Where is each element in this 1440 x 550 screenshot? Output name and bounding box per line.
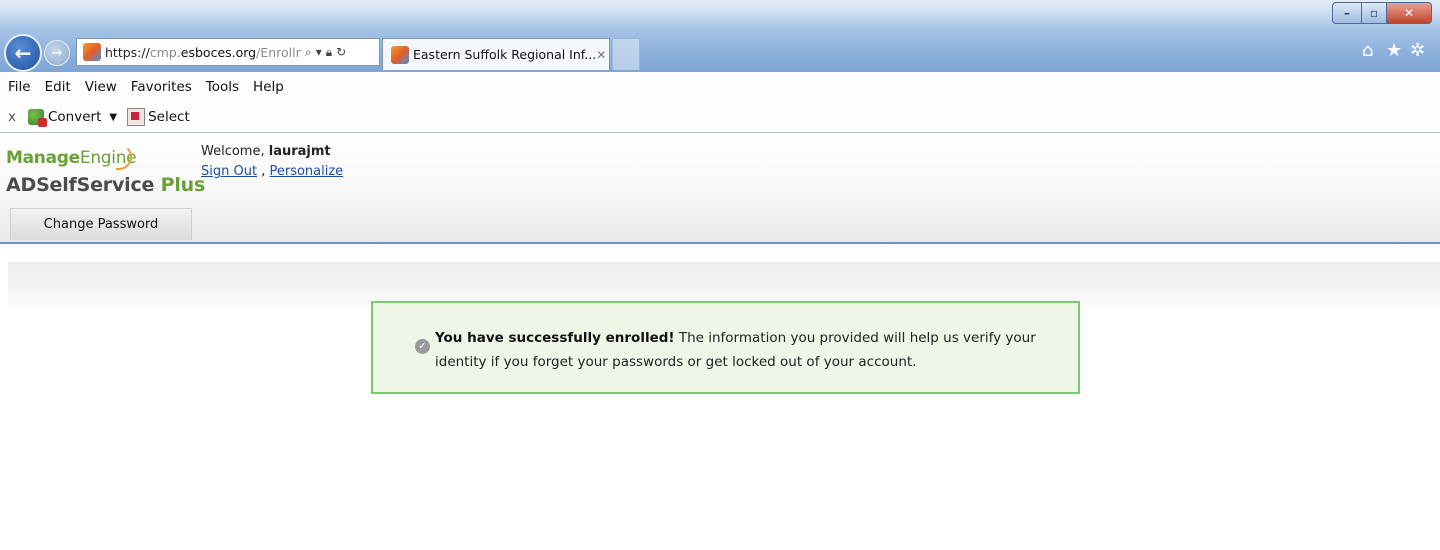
convert-pdf-icon <box>28 109 47 127</box>
tab-change-password[interactable]: Change Password <box>10 208 192 240</box>
welcome-text: Welcome, laurajmt <box>201 144 331 159</box>
tab-favicon-icon <box>391 45 409 64</box>
close-tab-icon[interactable]: ✕ <box>596 48 606 62</box>
sign-out-link[interactable]: Sign Out <box>201 164 257 179</box>
favorites-star-icon[interactable]: ★ <box>1386 40 1402 61</box>
tab-change-password-label: Change Password <box>43 217 159 232</box>
back-arrow-icon: ← <box>14 41 32 65</box>
logo-adselfservice-text: ADSelfService <box>6 174 155 196</box>
back-button[interactable]: ← <box>4 34 42 72</box>
menu-edit[interactable]: Edit <box>45 79 71 95</box>
home-icon[interactable]: ⌂ <box>1362 40 1373 61</box>
site-favicon-icon <box>83 43 101 61</box>
success-message: You have successfully enrolled! The info… <box>435 326 1045 374</box>
maximize-button[interactable]: ▫ <box>1362 2 1387 24</box>
logo-plus-text: Plus <box>160 174 206 196</box>
success-message-strong: You have successfully enrolled! <box>435 330 675 346</box>
refresh-icon[interactable]: ↻ <box>336 45 346 59</box>
url-subdomain: cmp. <box>149 44 181 60</box>
menu-file[interactable]: File <box>8 79 31 95</box>
link-separator: , <box>261 164 266 179</box>
menu-favorites[interactable]: Favorites <box>131 79 192 95</box>
url-domain: esboces.org <box>180 44 257 60</box>
menu-bar: File Edit View Favorites Tools Help <box>0 72 1440 102</box>
forward-arrow-icon: → <box>51 45 63 61</box>
command-bar: x Convert ▼ Select <box>0 102 1440 133</box>
logo-manage-text: Manage <box>6 148 80 168</box>
search-icon[interactable]: ⌕ <box>305 45 312 60</box>
dropdown-arrow-icon[interactable]: ▾ <box>316 45 322 59</box>
lock-icon[interactable]: 🔒︎ <box>326 45 332 60</box>
title-bar-sheen <box>0 0 1440 30</box>
url-path: /Enrolln <box>256 44 301 60</box>
select-button[interactable]: Select <box>148 109 190 125</box>
username: laurajmt <box>268 144 331 159</box>
app-header: ManageEngine ADSelfService Plus Welcome,… <box>0 134 1440 244</box>
browser-tab-active[interactable]: Eastern Suffolk Regional Inf... ✕ <box>382 38 610 70</box>
window-controls: – ▫ ✕ <box>1332 2 1432 24</box>
menu-view[interactable]: View <box>85 79 117 95</box>
close-toolbar-button[interactable]: x <box>8 109 16 125</box>
check-icon: ✓ <box>415 339 430 354</box>
minimize-button[interactable]: – <box>1332 2 1362 24</box>
forward-button[interactable]: → <box>44 40 70 66</box>
user-links: Sign Out , Personalize <box>201 164 343 179</box>
menu-tools[interactable]: Tools <box>206 79 239 95</box>
select-icon <box>127 108 146 126</box>
logo-product: ADSelfService Plus <box>6 174 205 196</box>
convert-button[interactable]: Convert <box>48 109 101 125</box>
address-bar[interactable]: https://cmp.esboces.org/Enrolln ⌕ ▾ 🔒︎ ↻ <box>76 38 380 66</box>
personalize-link[interactable]: Personalize <box>269 164 343 179</box>
url-scheme: https:// <box>105 44 150 60</box>
close-window-button[interactable]: ✕ <box>1387 2 1432 24</box>
menu-help[interactable]: Help <box>253 79 284 95</box>
convert-dropdown-icon[interactable]: ▼ <box>109 112 117 123</box>
gear-icon[interactable]: ✲ <box>1410 40 1425 61</box>
new-tab-button[interactable] <box>612 38 640 70</box>
address-url[interactable]: https://cmp.esboces.org/Enrolln <box>105 45 301 60</box>
tab-title: Eastern Suffolk Regional Inf... <box>413 47 597 62</box>
success-message-box: ✓ You have successfully enrolled! The in… <box>371 301 1080 394</box>
welcome-label: Welcome, <box>201 144 265 159</box>
